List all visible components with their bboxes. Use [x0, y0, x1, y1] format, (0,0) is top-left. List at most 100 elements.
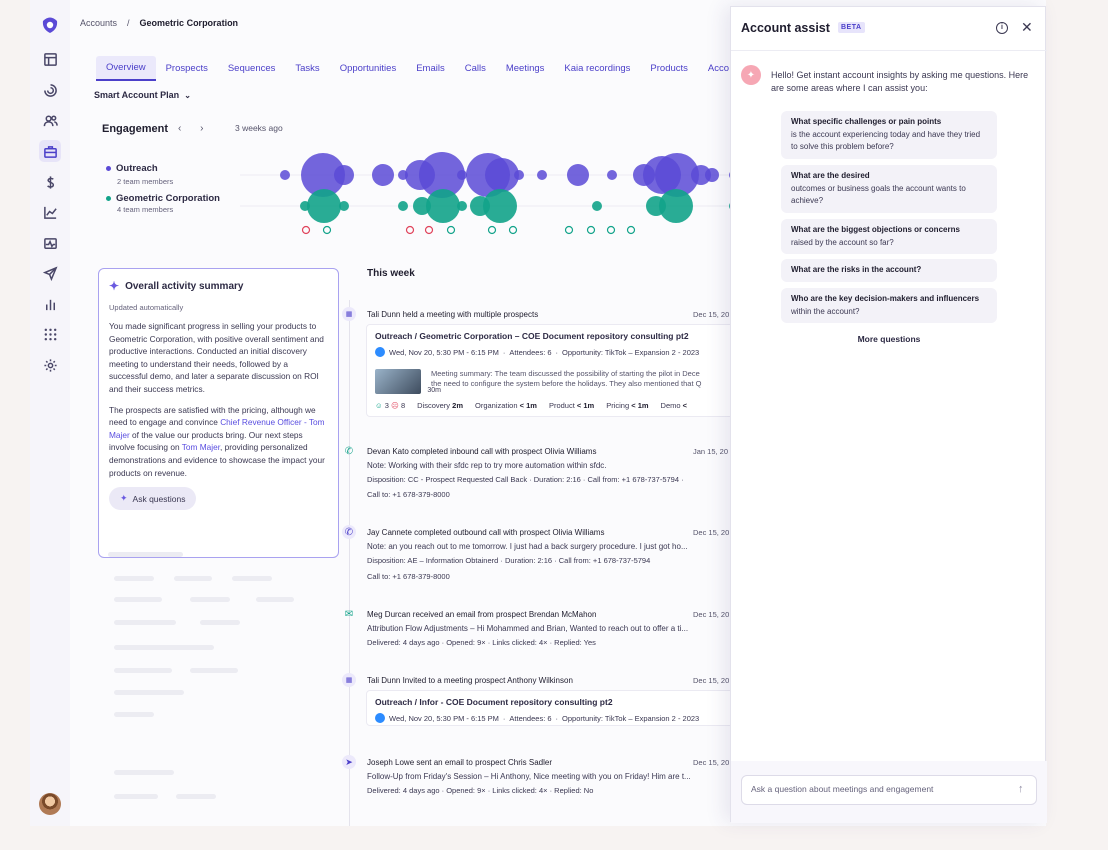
- event-date: Dec 15, 20: [693, 610, 730, 619]
- tab-prospects[interactable]: Prospects: [156, 57, 218, 80]
- trend-chart-icon[interactable]: [39, 201, 61, 223]
- send-plane-icon[interactable]: [39, 262, 61, 284]
- assist-question-input[interactable]: [751, 784, 1006, 794]
- question-bold: Who are the key decision-makers and infl…: [791, 294, 980, 303]
- suggested-question[interactable]: Who are the key decision-makers and infl…: [781, 288, 997, 323]
- bubble-customer[interactable]: [457, 201, 467, 211]
- call-to: Call to: +1 678-379-8000: [367, 572, 450, 581]
- tab-sequences[interactable]: Sequences: [218, 57, 286, 80]
- bubble-outreach[interactable]: [372, 164, 394, 186]
- smart-account-plan-dropdown[interactable]: Smart Account Plan ⌄: [94, 90, 191, 100]
- breadcrumb-accounts[interactable]: Accounts: [80, 18, 117, 28]
- email-meta: Delivered: 4 days ago · Opened: 9× · Lin…: [367, 638, 596, 647]
- tab-products[interactable]: Products: [640, 57, 698, 80]
- meeting-title: Outreach / Geometric Corporation – COE D…: [375, 331, 689, 341]
- apps-grid-icon[interactable]: [39, 323, 61, 345]
- bubble-outreach[interactable]: [334, 165, 354, 185]
- outreach-logo-icon[interactable]: [40, 15, 60, 35]
- meeting-opportunity[interactable]: Opportunity: TikTok – Expansion 2 - 2023: [562, 348, 699, 357]
- user-avatar[interactable]: [39, 793, 61, 815]
- bar-chart-icon[interactable]: [39, 293, 61, 315]
- summary-line: the need to configure the system before …: [431, 379, 702, 388]
- meeting-topic-stats: ☺ 3 ☹ 8 Discovery 2m Organization < 1m P…: [375, 401, 687, 410]
- event-date: Dec 15, 20: [693, 758, 730, 767]
- sidebar: [30, 0, 70, 826]
- event-title: Meg Durcan received an email from prospe…: [367, 610, 597, 619]
- assist-question-field[interactable]: ↑: [741, 775, 1037, 805]
- info-icon[interactable]: i: [996, 22, 1008, 34]
- bubble-customer[interactable]: [307, 189, 341, 223]
- bubble-outreach[interactable]: [607, 170, 617, 180]
- meeting-opportunity[interactable]: Opportunity: TikTok – Expansion 2 - 2023: [562, 714, 699, 723]
- chevron-down-icon: ⌄: [184, 90, 191, 100]
- close-icon[interactable]: ✕: [1021, 19, 1033, 36]
- bubble-customer[interactable]: [426, 189, 460, 223]
- topic-name: Demo: [660, 401, 681, 410]
- meeting-card[interactable]: Outreach / Geometric Corporation – COE D…: [366, 324, 776, 417]
- email-preview[interactable]: Attribution Flow Adjustments – Hi Mohamm…: [367, 624, 688, 633]
- tab-overview[interactable]: Overview: [96, 55, 156, 81]
- event-date: Dec 15, 20: [693, 310, 730, 319]
- tab-emails[interactable]: Emails: [406, 57, 455, 80]
- topic-stat: Pricing < 1m: [606, 401, 648, 410]
- topic-time: < 1m: [631, 401, 649, 410]
- question-bold: What are the biggest objections or conce…: [791, 225, 960, 234]
- bubble-outreach[interactable]: [457, 170, 467, 180]
- call-note: Note: Working with their sfdc rep to try…: [367, 461, 607, 470]
- ask-questions-button[interactable]: ✦ Ask questions: [109, 487, 197, 511]
- engagement-nav-arrows[interactable]: ‹ ›: [178, 123, 211, 134]
- topic-time: 2m: [452, 401, 463, 410]
- bubble-outreach[interactable]: [567, 164, 589, 186]
- bubble-customer[interactable]: [398, 201, 408, 211]
- summary-title: Overall activity summary: [125, 280, 244, 292]
- tab-calls[interactable]: Calls: [455, 57, 496, 80]
- tab-tasks[interactable]: Tasks: [285, 57, 329, 80]
- bubble-outreach[interactable]: [280, 170, 290, 180]
- dollar-icon[interactable]: [39, 171, 61, 193]
- customer-members: 4 team members: [117, 205, 174, 214]
- tab-meetings[interactable]: Meetings: [496, 57, 555, 80]
- recording-thumbnail[interactable]: 30m: [375, 369, 441, 394]
- loading-skeleton: [114, 576, 154, 581]
- briefcase-icon[interactable]: [39, 140, 61, 162]
- bubble-outreach[interactable]: [514, 170, 524, 180]
- sentiment-positive-icon: [508, 225, 518, 235]
- more-questions-button[interactable]: More questions: [731, 334, 1047, 344]
- account-assist-panel: Account assist BETA i ✕ ✦ Hello! Get ins…: [730, 6, 1047, 823]
- loading-skeleton: [190, 597, 230, 602]
- layout-icon[interactable]: [39, 48, 61, 70]
- topic-stat: Demo <: [661, 401, 688, 410]
- bubble-customer[interactable]: [483, 189, 517, 223]
- settings-gear-icon[interactable]: [39, 354, 61, 376]
- tom-majer-link[interactable]: Tom Majer: [182, 442, 220, 452]
- tab-opportunities[interactable]: Opportunities: [330, 57, 407, 80]
- tab-kaia-recordings[interactable]: Kaia recordings: [554, 57, 640, 80]
- assist-greeting: Hello! Get instant account insights by a…: [771, 70, 1029, 93]
- bubble-customer[interactable]: [592, 201, 602, 211]
- meeting-attendees: Attendees: 6: [509, 347, 552, 357]
- people-icon[interactable]: [39, 109, 61, 131]
- email-preview[interactable]: Follow-Up from Friday's Session – Hi Ant…: [367, 772, 691, 781]
- call-to: Call to: +1 678-379-8000: [367, 490, 450, 499]
- outreach-dot-icon: [106, 165, 111, 171]
- activity-monitor-icon[interactable]: [39, 232, 61, 254]
- bubble-outreach[interactable]: [485, 158, 519, 192]
- suggested-question[interactable]: What specific challenges or pain points i…: [781, 111, 997, 159]
- bubble-outreach[interactable]: [537, 170, 547, 180]
- send-arrow-icon[interactable]: ↑: [1018, 783, 1024, 795]
- outreach-label: Outreach: [116, 163, 158, 174]
- sequence-spiral-icon[interactable]: [39, 79, 61, 101]
- event-title: Tali Dunn Invited to a meeting prospect …: [367, 676, 573, 685]
- bubble-outreach[interactable]: [705, 168, 719, 182]
- suggested-question[interactable]: What are the risks in the account?: [781, 259, 997, 282]
- zoom-icon: [375, 347, 385, 357]
- suggested-question[interactable]: What are the biggest objections or conce…: [781, 219, 997, 254]
- question-bold: What are the risks in the account?: [791, 265, 922, 274]
- sentiment-counts: ☺ 3 ☹ 8: [375, 401, 405, 410]
- suggested-question[interactable]: What are the desired outcomes or business…: [781, 165, 997, 213]
- summary-paragraph-2: The prospects are satisfied with the pri…: [109, 404, 328, 480]
- bubble-customer[interactable]: [339, 201, 349, 211]
- meeting-card[interactable]: Outreach / Infor - COE Document reposito…: [366, 690, 776, 726]
- summary-line: Meeting summary: The team discussed the …: [431, 369, 700, 378]
- bubble-customer[interactable]: [659, 189, 693, 223]
